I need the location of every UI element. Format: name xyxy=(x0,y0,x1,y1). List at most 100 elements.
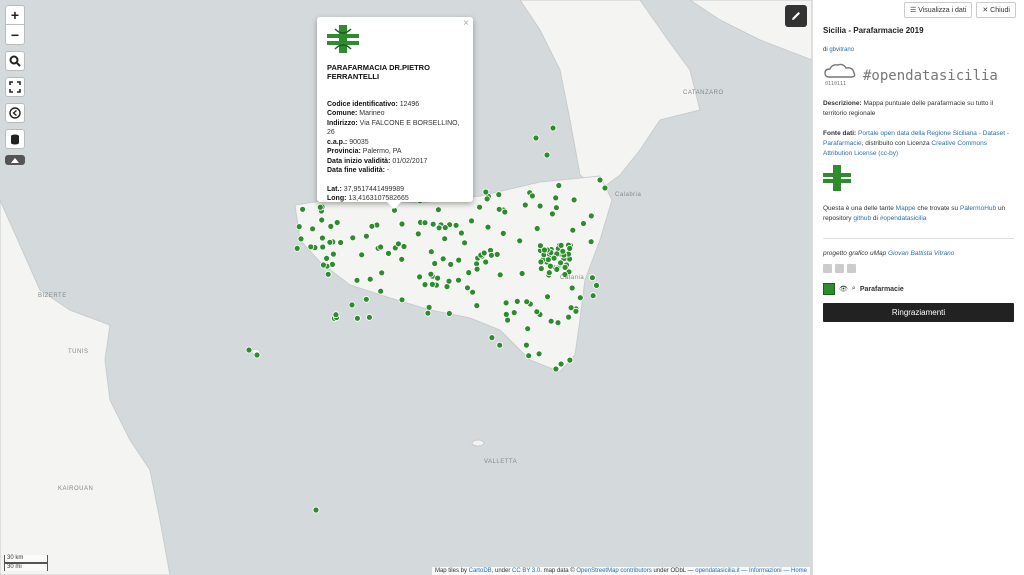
parafarmacia-marker[interactable] xyxy=(545,269,553,277)
parafarmacia-marker[interactable] xyxy=(358,251,366,259)
parafarmacia-marker[interactable] xyxy=(394,240,402,248)
parafarmacia-marker[interactable] xyxy=(589,274,596,282)
toggle-up-icon[interactable] xyxy=(5,155,25,165)
parafarmacia-marker[interactable] xyxy=(362,232,370,240)
eye-icon[interactable]: 👁 xyxy=(839,285,848,293)
parafarmacia-marker[interactable] xyxy=(457,229,465,237)
parafarmacia-marker[interactable] xyxy=(482,188,490,196)
parafarmacia-marker[interactable] xyxy=(377,243,385,251)
parafarmacia-marker[interactable] xyxy=(349,234,357,242)
parafarmacia-marker[interactable] xyxy=(499,229,507,237)
parafarmacia-marker[interactable] xyxy=(299,205,307,213)
parafarmacia-marker[interactable] xyxy=(366,275,374,283)
parafarmacia-marker[interactable] xyxy=(293,244,301,252)
zoom-in-button[interactable]: + xyxy=(5,5,25,25)
parafarmacia-marker[interactable] xyxy=(561,263,569,271)
parafarmacia-marker[interactable] xyxy=(319,261,327,269)
parafarmacia-marker[interactable] xyxy=(400,243,408,250)
parafarmacia-marker[interactable] xyxy=(431,260,439,267)
parafarmacia-marker[interactable] xyxy=(326,238,334,246)
parafarmacia-marker[interactable] xyxy=(502,299,510,307)
parafarmacia-marker[interactable] xyxy=(533,308,541,316)
parafarmacia-marker[interactable] xyxy=(398,220,406,228)
parafarmacia-marker[interactable] xyxy=(557,241,565,249)
thanks-button[interactable]: Ringraziamenti xyxy=(823,303,1014,322)
parafarmacia-marker[interactable] xyxy=(544,256,552,264)
parafarmacia-marker[interactable] xyxy=(529,192,536,200)
parafarmacia-marker[interactable] xyxy=(570,196,578,204)
parafarmacia-marker[interactable] xyxy=(434,206,442,214)
parafarmacia-marker[interactable] xyxy=(502,310,510,318)
home-link[interactable]: — Home xyxy=(783,568,807,574)
parafarmacia-marker[interactable] xyxy=(501,208,509,216)
parafarmacia-marker[interactable] xyxy=(555,182,563,189)
zoom-out-button[interactable]: − xyxy=(5,25,25,45)
zoom-layer-icon[interactable]: ⌕ xyxy=(852,285,856,293)
parafarmacia-marker[interactable] xyxy=(297,235,305,243)
parafarmacia-marker[interactable] xyxy=(535,350,543,358)
parafarmacia-marker[interactable] xyxy=(547,317,555,325)
parafarmacia-marker[interactable] xyxy=(455,256,463,264)
parafarmacia-marker[interactable] xyxy=(253,351,261,359)
author-link[interactable]: gbvitrano xyxy=(829,47,854,53)
parafarmacia-marker[interactable] xyxy=(333,219,341,226)
parafarmacia-marker[interactable] xyxy=(445,310,453,317)
parafarmacia-marker[interactable] xyxy=(543,151,551,159)
parafarmacia-marker[interactable] xyxy=(312,506,320,514)
search-icon[interactable] xyxy=(5,51,25,71)
maps-link[interactable]: Mappe xyxy=(896,205,916,212)
parafarmacia-marker[interactable] xyxy=(550,254,558,262)
parafarmacia-marker[interactable] xyxy=(533,225,541,232)
parafarmacia-marker[interactable] xyxy=(537,265,545,273)
parafarmacia-marker[interactable] xyxy=(473,302,481,310)
parafarmacia-marker[interactable] xyxy=(513,297,521,305)
parafarmacia-marker[interactable] xyxy=(525,352,533,360)
parafarmacia-marker[interactable] xyxy=(593,281,600,289)
parafarmacia-marker[interactable] xyxy=(596,176,604,184)
parafarmacia-marker[interactable] xyxy=(378,269,386,277)
parafarmacia-marker[interactable] xyxy=(516,237,524,245)
parafarmacia-marker[interactable] xyxy=(557,360,565,368)
parafarmacia-marker[interactable] xyxy=(455,276,462,284)
parafarmacia-marker[interactable] xyxy=(398,255,406,263)
parafarmacia-marker[interactable] xyxy=(427,270,435,278)
parafarmacia-marker[interactable] xyxy=(496,341,504,349)
parafarmacia-marker[interactable] xyxy=(523,341,530,349)
parafarmacia-marker[interactable] xyxy=(557,259,564,267)
parafarmacia-marker[interactable] xyxy=(493,250,501,258)
parafarmacia-marker[interactable] xyxy=(421,219,429,227)
parafarmacia-marker[interactable] xyxy=(510,309,518,317)
parafarmacia-marker[interactable] xyxy=(553,265,561,273)
parafarmacia-marker[interactable] xyxy=(566,356,574,364)
parafarmacia-marker[interactable] xyxy=(547,262,554,270)
parafarmacia-marker[interactable] xyxy=(549,124,557,132)
parafarmacia-marker[interactable] xyxy=(295,223,303,231)
parafarmacia-marker[interactable] xyxy=(324,270,332,278)
facebook-icon[interactable] xyxy=(847,264,856,273)
info-link[interactable]: — Informazioni xyxy=(741,568,781,574)
site-link[interactable]: opendatasicilia.it xyxy=(695,568,739,574)
parafarmacia-marker[interactable] xyxy=(385,249,392,257)
embed-icon[interactable] xyxy=(823,264,832,273)
parafarmacia-marker[interactable] xyxy=(587,212,595,220)
parafarmacia-marker[interactable] xyxy=(318,234,326,242)
layers-icon[interactable] xyxy=(5,129,25,149)
parafarmacia-marker[interactable] xyxy=(496,271,504,279)
parafarmacia-marker[interactable] xyxy=(587,238,595,246)
parafarmacia-marker[interactable] xyxy=(323,254,331,262)
palermohub-link[interactable]: PalermoHub xyxy=(960,205,996,212)
parafarmacia-marker[interactable] xyxy=(480,249,488,257)
parafarmacia-marker[interactable] xyxy=(365,313,373,321)
parafarmacia-marker[interactable] xyxy=(445,277,453,285)
parafarmacia-marker[interactable] xyxy=(488,334,496,342)
parafarmacia-marker[interactable] xyxy=(521,201,529,209)
parafarmacia-marker[interactable] xyxy=(362,295,370,303)
parafarmacia-marker[interactable] xyxy=(580,220,587,227)
parafarmacia-marker[interactable] xyxy=(569,226,577,234)
parafarmacia-marker[interactable] xyxy=(484,223,492,231)
parafarmacia-marker[interactable] xyxy=(327,222,335,230)
parafarmacia-marker[interactable] xyxy=(565,313,572,321)
parafarmacia-marker[interactable] xyxy=(541,246,548,254)
tag-link[interactable]: #opendatasicilia xyxy=(880,215,927,222)
twitter-icon[interactable] xyxy=(835,264,844,273)
